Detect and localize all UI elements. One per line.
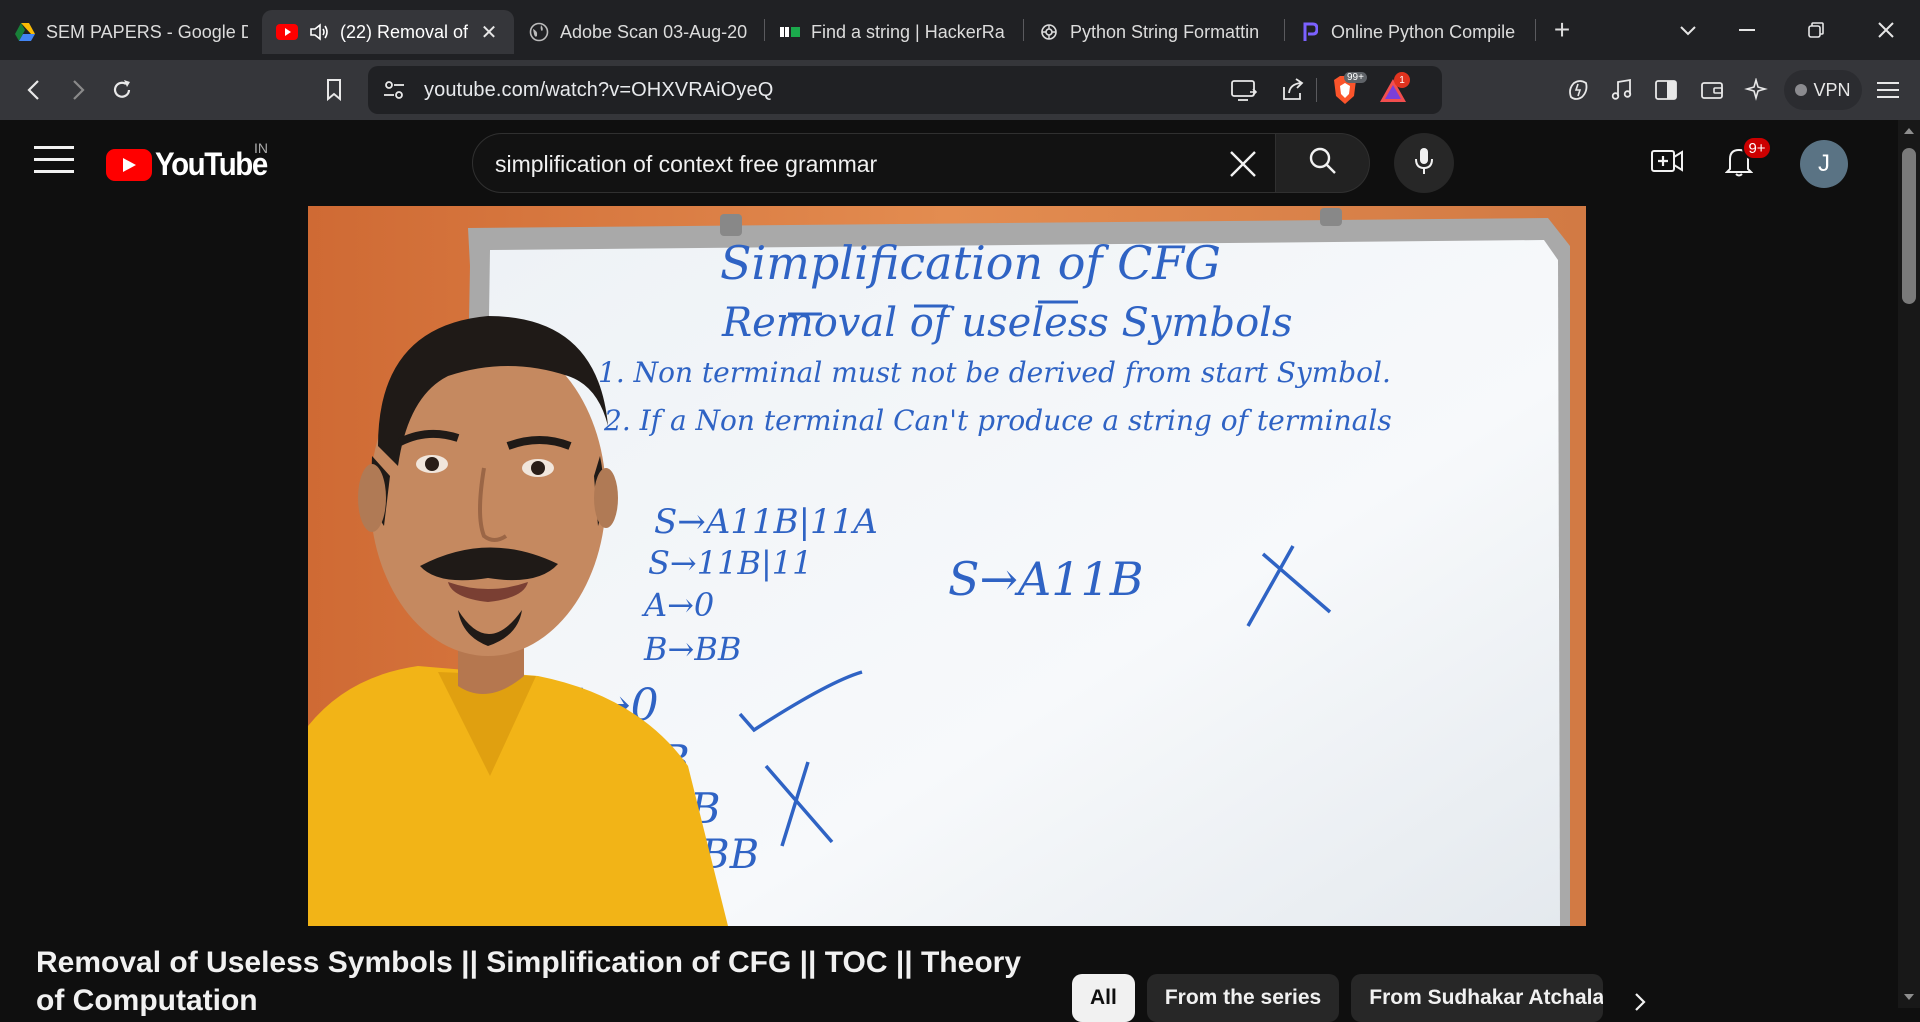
brave-shields-badge: 99+ — [1344, 72, 1367, 83]
cast-icon[interactable] — [1230, 78, 1258, 107]
youtube-icon — [276, 21, 298, 43]
presenter — [308, 316, 728, 926]
chip-all[interactable]: All — [1072, 974, 1135, 1022]
tab-separator — [1535, 19, 1536, 41]
scrollbar-thumb[interactable] — [1902, 148, 1916, 304]
bookmark-icon[interactable] — [314, 70, 354, 110]
forward-icon[interactable] — [58, 70, 98, 110]
tab-strip: SEM PAPERS - Google D (22) Removal of U … — [0, 0, 1920, 60]
address-bar[interactable]: youtube.com/watch?v=OHXVRAiOyeQ 99+ 1 — [368, 66, 1442, 114]
video-player[interactable]: Simplification of CFG Removal of useless… — [308, 206, 1586, 926]
globe-icon — [528, 21, 550, 43]
scroll-up-icon[interactable] — [1904, 128, 1914, 134]
media-music-icon[interactable] — [1602, 70, 1642, 110]
leo-ai-icon[interactable] — [1558, 70, 1598, 110]
clear-search-icon[interactable] — [1225, 146, 1261, 182]
create-video-button[interactable] — [1646, 142, 1688, 184]
guide-menu-icon[interactable] — [34, 146, 74, 180]
openai-icon — [1038, 21, 1060, 43]
restore-icon[interactable] — [1782, 0, 1850, 60]
account-avatar[interactable]: J — [1800, 140, 1848, 188]
title-underlines — [788, 300, 1078, 316]
chips-next-arrow-icon[interactable] — [1620, 982, 1660, 1022]
scroll-down-icon[interactable] — [1904, 994, 1914, 1000]
hackerrank-icon — [779, 21, 801, 43]
cross-mark-derivation — [764, 761, 834, 847]
related-filter-chips: All From the series From Sudhakar Atchal… — [1072, 974, 1604, 1022]
omnibox-divider — [1316, 78, 1317, 102]
create-video-icon — [1650, 148, 1684, 179]
tab-python-string[interactable]: Python String Formattin — [1024, 10, 1284, 54]
brave-rewards-badge: 1 — [1394, 72, 1410, 88]
brave-shields-icon[interactable]: 99+ — [1330, 72, 1367, 111]
close-window-icon[interactable] — [1852, 0, 1920, 60]
sidebar-toggle-icon[interactable] — [1646, 70, 1686, 110]
search-button[interactable] — [1276, 133, 1370, 193]
google-drive-icon — [14, 21, 36, 43]
vpn-button[interactable]: VPN — [1784, 70, 1862, 110]
tab-youtube-active[interactable]: (22) Removal of U ✕ — [262, 10, 514, 54]
browser-toolbar: youtube.com/watch?v=OHXVRAiOyeQ 99+ 1 VP… — [0, 60, 1920, 120]
reload-icon[interactable] — [102, 70, 142, 110]
microphone-icon — [1413, 146, 1435, 181]
url-text[interactable]: youtube.com/watch?v=OHXVRAiOyeQ — [424, 79, 773, 102]
youtube-search-input[interactable]: simplification of context free grammar — [472, 133, 1276, 193]
youtube-wordmark: YouTube — [155, 146, 268, 182]
programiz-icon — [1299, 21, 1321, 43]
brave-news-sparkle-icon[interactable] — [1736, 70, 1776, 110]
notifications-badge: 9+ — [1742, 136, 1772, 160]
notifications-button[interactable]: 9+ — [1718, 136, 1772, 184]
youtube-logo[interactable]: YouTube IN — [106, 140, 277, 183]
whiteboard-marks — [308, 300, 1332, 926]
brave-rewards-icon[interactable]: 1 — [1378, 72, 1410, 109]
new-tab-button[interactable]: + — [1542, 10, 1582, 50]
tab-hackerrank[interactable]: Find a string | HackerRa — [765, 10, 1023, 54]
close-tab-icon[interactable]: ✕ — [478, 21, 500, 44]
search-icon — [1308, 146, 1338, 181]
chip-from-the-series[interactable]: From the series — [1146, 974, 1340, 1022]
tab-adobe-scan[interactable]: Adobe Scan 03-Aug-20 — [514, 10, 764, 54]
wallet-icon[interactable] — [1692, 70, 1732, 110]
search-query-text[interactable]: simplification of context free grammar — [495, 151, 877, 178]
speaker-icon[interactable] — [308, 21, 330, 43]
back-icon[interactable] — [14, 70, 54, 110]
youtube-masthead: YouTube IN simplification of context fre… — [0, 120, 1898, 206]
vpn-status-icon — [1795, 84, 1808, 96]
youtube-play-icon — [106, 148, 152, 181]
minimize-icon[interactable] — [1714, 0, 1782, 60]
cross-mark — [1246, 545, 1332, 627]
tab-search-chevron-icon[interactable] — [1654, 0, 1722, 60]
check-mark — [738, 670, 863, 733]
browser-menu-icon[interactable] — [1868, 70, 1908, 110]
video-title: Removal of Useless Symbols || Simplifica… — [36, 946, 1022, 1017]
chip-from-channel[interactable]: From Sudhakar Atchala — [1351, 974, 1604, 1022]
tab-online-python[interactable]: Online Python Compile — [1285, 10, 1535, 54]
country-code: IN — [254, 140, 268, 156]
voice-search-button[interactable] — [1394, 133, 1454, 193]
site-settings-icon[interactable] — [382, 78, 406, 107]
tab-sem-papers[interactable]: SEM PAPERS - Google D — [0, 10, 262, 54]
vpn-label: VPN — [1813, 79, 1851, 100]
share-icon[interactable] — [1280, 77, 1306, 108]
page-scrollbar[interactable] — [1898, 120, 1920, 1008]
